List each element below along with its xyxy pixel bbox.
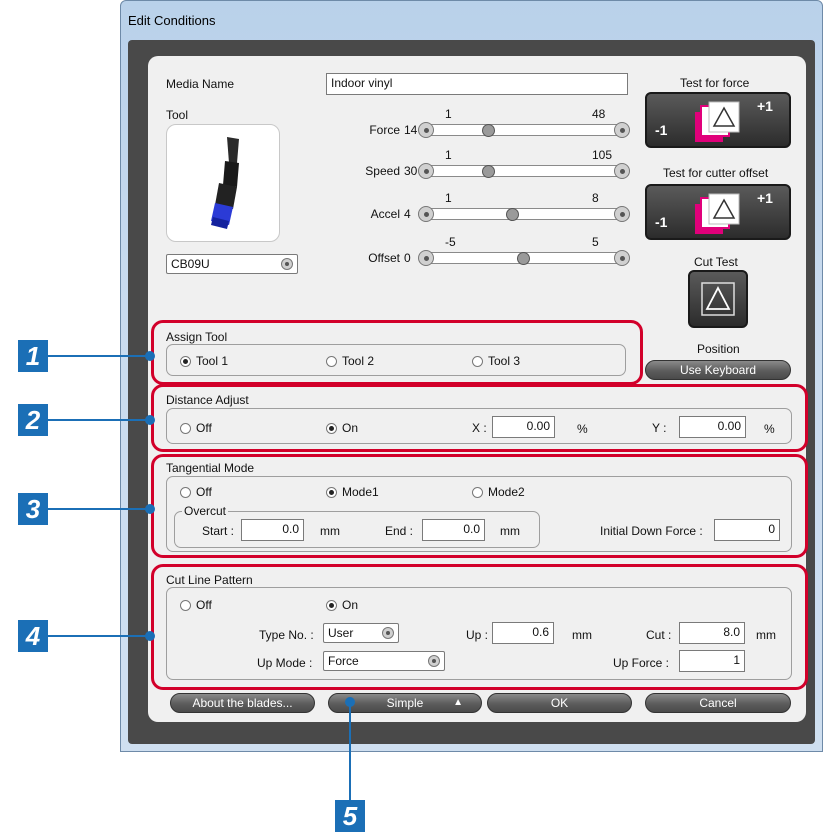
cut-test-button[interactable] [688, 270, 748, 328]
slider-decrease-icon[interactable] [418, 206, 434, 222]
slider-decrease-icon[interactable] [418, 122, 434, 138]
simple-label: Simple [386, 696, 424, 710]
slider-value-offset: 0 [404, 251, 411, 265]
test-pattern-icon [695, 193, 740, 234]
slider-increase-icon[interactable] [614, 206, 630, 222]
callout-2: 2 [18, 404, 48, 436]
callout-1: 1 [18, 340, 48, 372]
slider-value-speed: 30 [404, 164, 418, 178]
slider-track-force[interactable] [420, 124, 628, 136]
use-keyboard-button[interactable]: Use Keyboard [645, 360, 791, 380]
position-label: Position [697, 342, 740, 356]
slider-label-accel: Accel [370, 207, 400, 221]
slider-increase-icon[interactable] [614, 163, 630, 179]
media-name-input[interactable]: Indoor vinyl [326, 73, 628, 95]
highlight-distance-adjust [151, 384, 808, 452]
callout-3-dot [145, 504, 155, 514]
slider-max-speed: 105 [592, 148, 613, 162]
slider-track-accel[interactable] [420, 208, 628, 220]
slider-min-force: 1 [445, 107, 452, 121]
slider-label-speed: Speed [365, 164, 400, 178]
callout-1-line [48, 355, 148, 357]
slider-decrease-icon[interactable] [418, 163, 434, 179]
slider-max-accel: 8 [592, 191, 599, 205]
minus-one-label: -1 [655, 214, 668, 230]
callout-5-line [349, 704, 351, 804]
slider-min-speed: 1 [445, 148, 452, 162]
callout-4-line [48, 635, 148, 637]
test-offset-button[interactable]: -1 +1 [645, 184, 791, 240]
slider-track-speed[interactable] [420, 165, 628, 177]
slider-min-accel: 1 [445, 191, 452, 205]
slider-max-force: 48 [592, 107, 606, 121]
window-title: Edit Conditions [128, 12, 216, 28]
slider-label-force: Force [369, 123, 400, 137]
slider-min-offset: -5 [445, 235, 456, 249]
slider-increase-icon[interactable] [614, 250, 630, 266]
slider-increase-icon[interactable] [614, 122, 630, 138]
plus-one-label: +1 [757, 190, 773, 206]
callout-5: 5 [335, 800, 365, 832]
highlight-assign-tool [151, 320, 643, 385]
plus-one-label: +1 [757, 98, 773, 114]
slider-label-offset: Offset [368, 251, 400, 265]
tool-label: Tool [166, 108, 189, 122]
tool-select[interactable]: CB09U [166, 254, 298, 274]
cutter-holder-icon [211, 137, 239, 229]
callout-3: 3 [18, 493, 48, 525]
slider-max-offset: 5 [592, 235, 599, 249]
ok-button[interactable]: OK [487, 693, 632, 713]
slider-decrease-icon[interactable] [418, 250, 434, 266]
tool-select-value: CB09U [171, 257, 210, 271]
callout-3-line [48, 508, 148, 510]
highlight-tangential-mode [151, 454, 808, 558]
test-force-button[interactable]: -1 +1 [645, 92, 791, 148]
media-name-label: Media Name [166, 77, 235, 91]
slider-thumb-offset[interactable] [517, 252, 530, 265]
callout-2-dot [145, 415, 155, 425]
test-pattern-icon [695, 101, 740, 142]
callout-4-dot [145, 631, 155, 641]
about-blades-button[interactable]: About the blades... [170, 693, 315, 713]
test-force-label: Test for force [680, 76, 750, 90]
cancel-button[interactable]: Cancel [645, 693, 791, 713]
slider-value-accel: 4 [404, 207, 411, 221]
test-offset-label: Test for cutter offset [663, 166, 769, 180]
tool-image [166, 124, 280, 242]
callout-1-dot [145, 351, 155, 361]
highlight-cut-line-pattern [151, 564, 808, 690]
triangle-icon [701, 282, 735, 316]
cut-test-label: Cut Test [694, 255, 738, 269]
callout-2-line [48, 419, 148, 421]
dropdown-icon [281, 258, 293, 270]
triangle-up-icon: ▲ [453, 697, 463, 708]
minus-one-label: -1 [655, 122, 668, 138]
slider-value-force: 14 [404, 123, 418, 137]
callout-4: 4 [18, 620, 48, 652]
slider-thumb-accel[interactable] [505, 208, 519, 221]
